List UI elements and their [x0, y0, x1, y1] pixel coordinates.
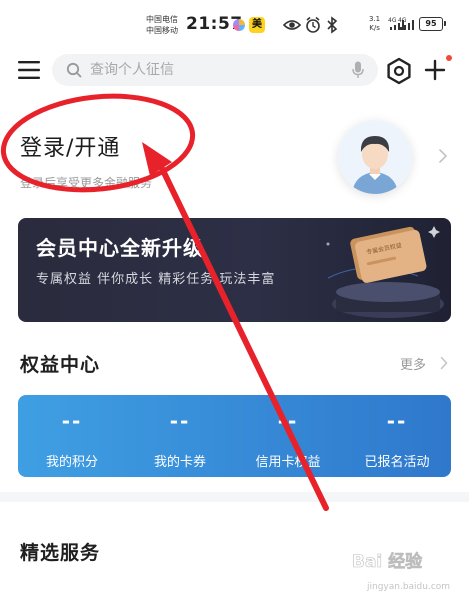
rights-item-points[interactable]: -- 我的积分: [18, 395, 126, 477]
signal-1-label: 4G: [388, 17, 397, 24]
rights-value: --: [169, 409, 191, 433]
alarm-icon: [306, 16, 320, 33]
notification-dot: [446, 55, 452, 61]
search-bar[interactable]: [52, 54, 378, 86]
login-title[interactable]: 登录/开通: [20, 130, 120, 162]
status-icons: [283, 16, 338, 34]
annotation-arrow-head: [142, 142, 172, 176]
banner-subtitle: 专属权益 伴你成长 精彩任务 玩法丰富: [36, 272, 276, 287]
rights-label: 我的卡券: [153, 455, 206, 470]
rights-value: --: [61, 409, 83, 433]
scan-settings-icon[interactable]: [385, 57, 413, 85]
default-avatar-icon: [338, 120, 412, 194]
avatar[interactable]: [338, 120, 412, 194]
eye-icon: [283, 20, 302, 30]
search-icon: [66, 62, 82, 78]
rights-item-coupons[interactable]: -- 我的卡券: [126, 395, 234, 477]
baidu-jingyan-watermark-logo: Bai 经验: [352, 551, 423, 573]
more-chevron-icon[interactable]: [440, 356, 448, 370]
menu-icon[interactable]: [18, 60, 40, 80]
more-link[interactable]: 更多: [400, 354, 426, 373]
microphone-icon[interactable]: [352, 61, 364, 79]
status-bar: 中国电信 中国移动 21:57 美 3.1 K/s 4G 4G 95: [0, 0, 469, 48]
rights-center-title: 权益中心: [20, 354, 101, 376]
banner-title: 会员中心全新升级: [36, 236, 204, 260]
network-speed-unit: K/s: [369, 24, 380, 32]
app-notification-icon: [233, 19, 245, 31]
membership-card-illustration: 专属会员权益: [326, 226, 444, 318]
signal-2-label: 4G: [398, 17, 407, 24]
battery-indicator: 95: [419, 17, 446, 31]
watermark-url: jingyan.baidu.com: [367, 582, 451, 592]
network-speed-value: 3.1: [369, 15, 381, 23]
search-input[interactable]: [90, 60, 330, 80]
carrier-labels: 中国电信 中国移动: [146, 14, 178, 36]
rights-value: --: [386, 409, 408, 433]
rights-item-registered-activities[interactable]: -- 已报名活动: [343, 395, 451, 477]
login-subtitle: 登录后享受更多金融服务: [20, 176, 153, 190]
rights-label: 我的积分: [45, 455, 98, 470]
rights-label: 已报名活动: [364, 455, 430, 470]
carrier-2: 中国移动: [146, 26, 178, 35]
selected-services-title: 精选服务: [20, 542, 101, 564]
watermark-brand: Bai 经验: [352, 551, 423, 572]
rights-value: --: [277, 409, 299, 433]
section-divider: [0, 492, 469, 502]
network-speed: 3.1 K/s: [369, 15, 380, 33]
carrier-1: 中国电信: [146, 15, 178, 24]
meituan-notification-icon: 美: [249, 17, 265, 33]
rights-card: -- 我的积分 -- 我的卡券 -- 信用卡权益 -- 已报名活动: [18, 395, 451, 477]
chevron-right-icon[interactable]: [438, 148, 448, 164]
rights-item-credit-card-rights[interactable]: -- 信用卡权益: [234, 395, 342, 477]
add-icon[interactable]: [424, 59, 446, 81]
member-center-banner[interactable]: 会员中心全新升级 专属权益 伴你成长 精彩任务 玩法丰富 专属会员权益: [18, 218, 451, 322]
bluetooth-icon: [327, 16, 338, 34]
rights-label: 信用卡权益: [255, 455, 321, 470]
